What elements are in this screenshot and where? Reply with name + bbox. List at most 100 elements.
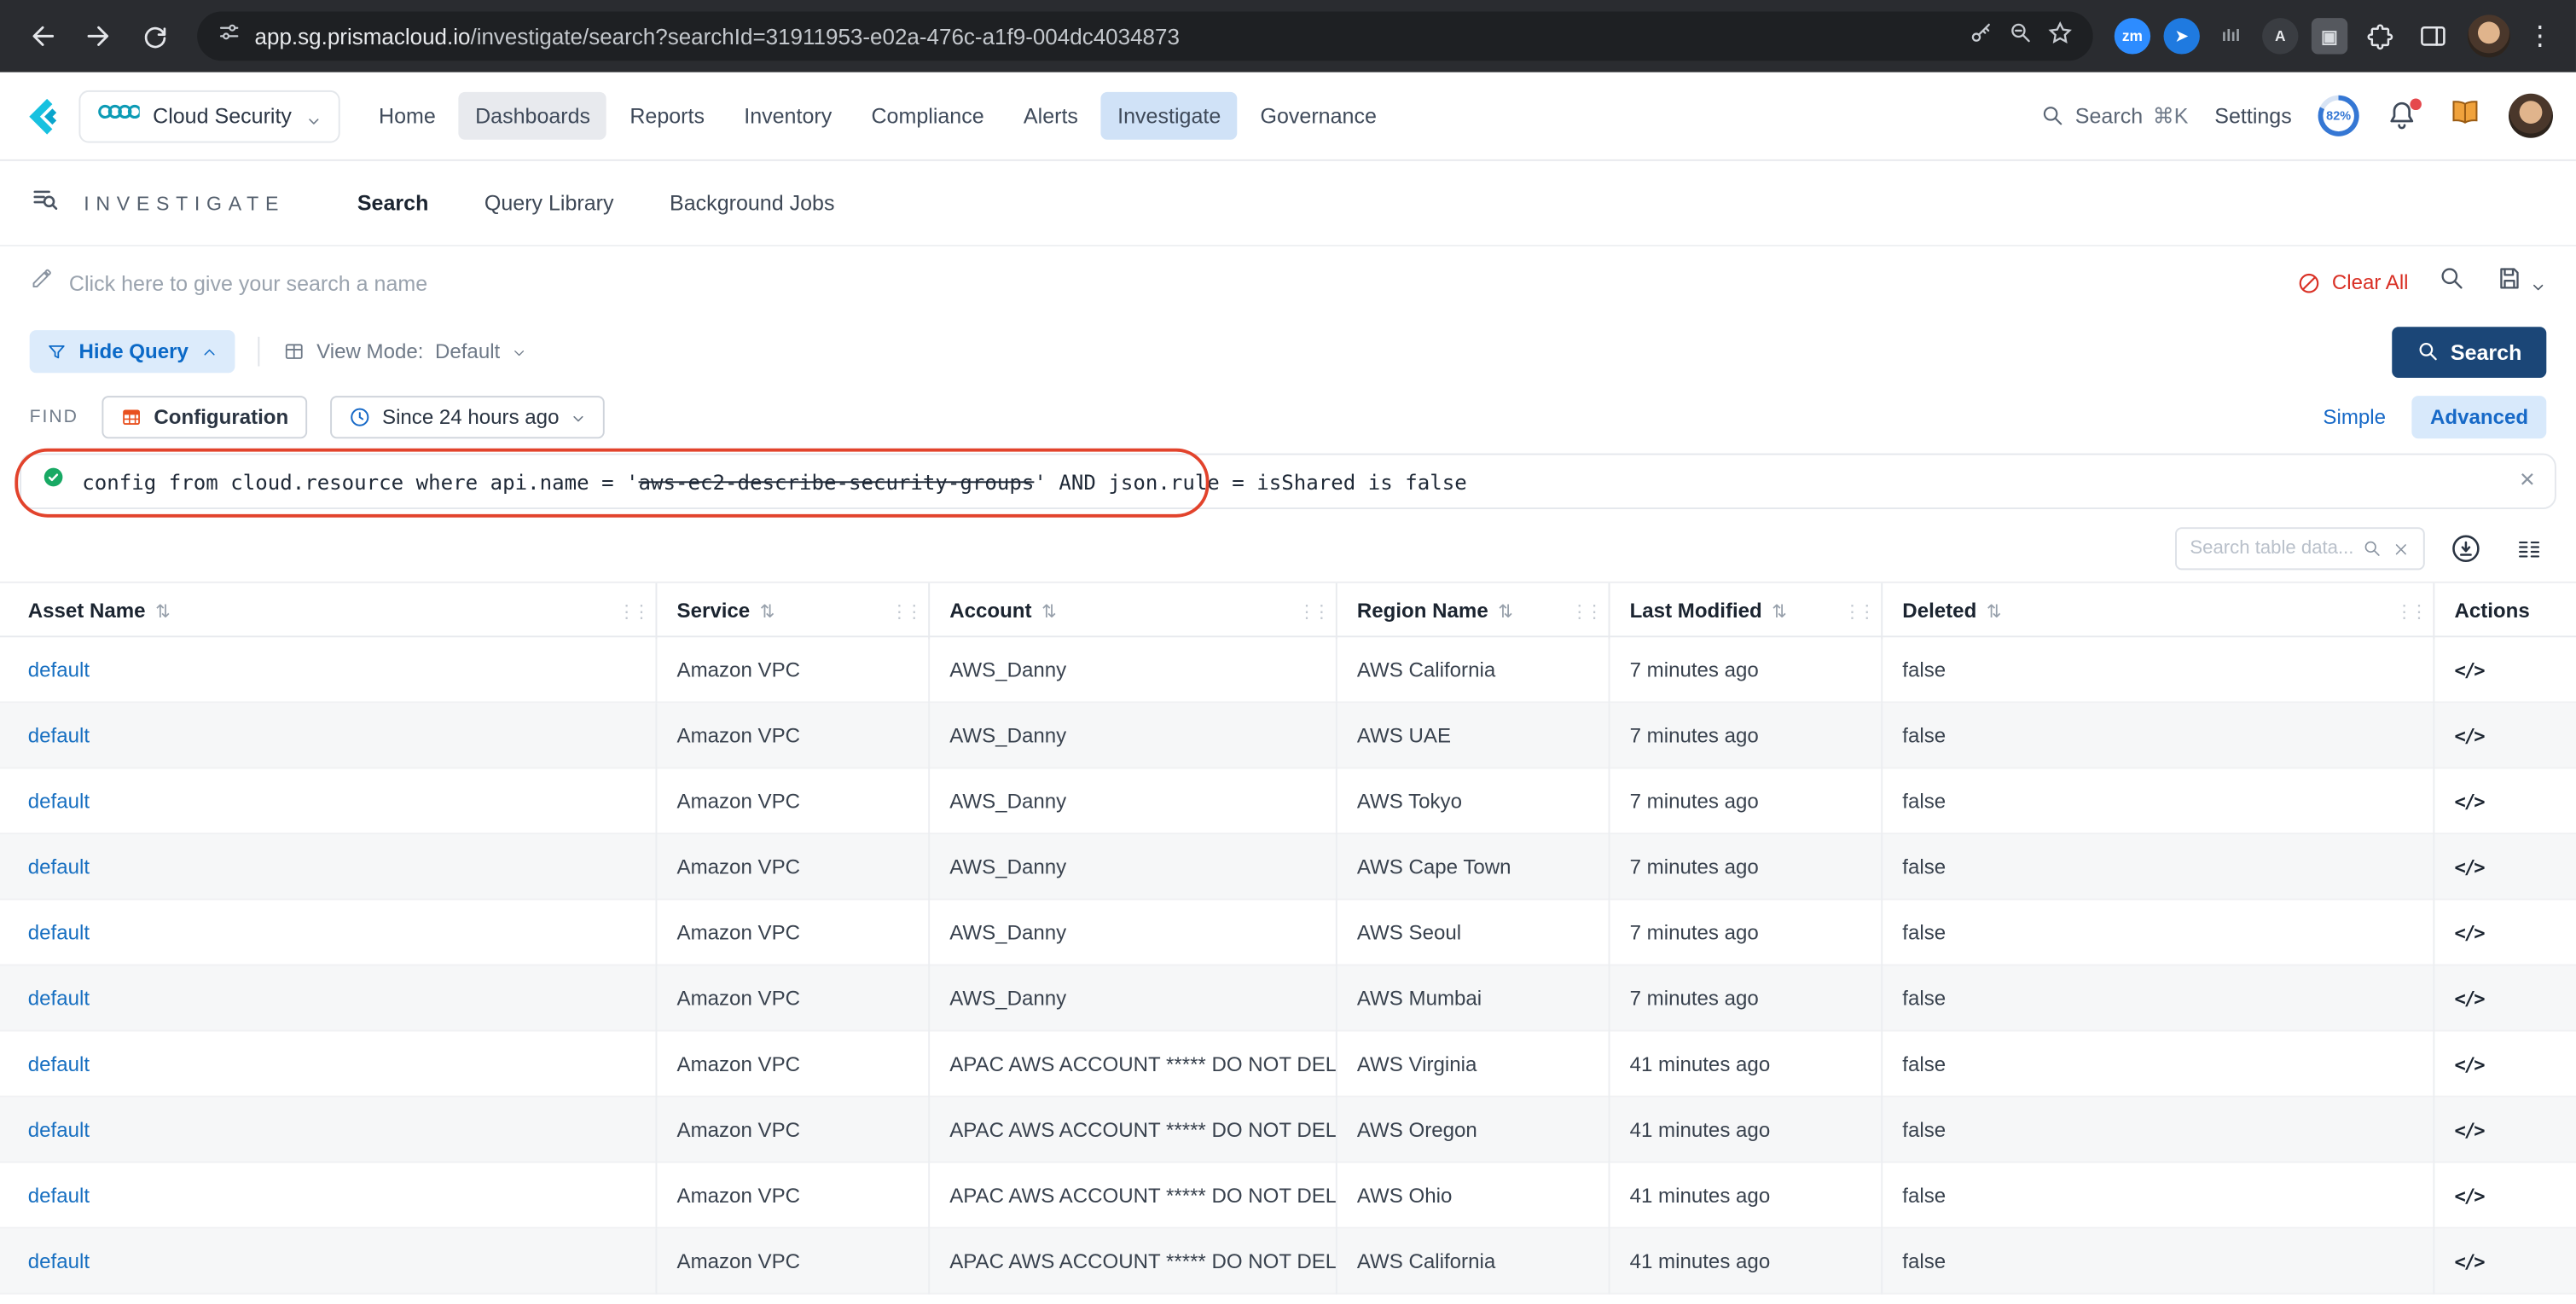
column-drag-handle[interactable]: ⋮⋮ [891,600,920,622]
extension-bars-icon[interactable]: ılıl [2213,18,2248,54]
mode-advanced-button[interactable]: Advanced [2412,396,2546,438]
configuration-tab-label: Configuration [154,406,288,429]
asset-link[interactable]: default [28,724,90,747]
download-button[interactable] [2445,527,2487,570]
app-header: Cloud Security Home Dashboards Reports I… [0,72,2576,161]
side-panel-icon[interactable] [2409,11,2458,61]
view-config-json-icon[interactable]: </> [2454,724,2483,747]
asset-link[interactable]: default [28,1185,90,1208]
table-row: default Amazon VPC AWS_Danny AWS Tokyo 7… [0,768,2576,834]
password-key-icon[interactable] [1968,19,1994,53]
notifications-bell-icon[interactable] [2386,98,2422,134]
asset-link[interactable]: default [28,1053,90,1076]
column-drag-handle[interactable]: ⋮⋮ [618,600,647,622]
clear-search-icon[interactable] [2392,540,2410,558]
close-icon[interactable]: × [2520,468,2535,495]
bookmark-star-icon[interactable] [2047,19,2074,53]
column-drag-handle[interactable]: ⋮⋮ [1298,600,1328,622]
cell-deleted: false [1883,965,2434,1031]
nav-inventory[interactable]: Inventory [728,92,849,140]
view-config-json-icon[interactable]: </> [2454,855,2483,878]
usage-progress-badge[interactable]: 82% [2318,96,2359,136]
asset-link[interactable]: default [28,921,90,944]
edit-pencil-icon[interactable] [30,266,55,299]
col-region-name[interactable]: Region Name⇅⋮⋮ [1337,583,1610,639]
divider [258,337,259,367]
view-config-json-icon[interactable]: </> [2454,1119,2483,1142]
clock-icon [348,406,371,429]
tab-search[interactable]: Search [357,190,429,215]
asset-link[interactable]: default [28,1119,90,1142]
asset-link[interactable]: default [28,658,90,681]
global-search[interactable]: Search ⌘K [2040,102,2188,129]
settings-link[interactable]: Settings [2214,103,2291,128]
prisma-cloud-logo[interactable] [23,95,66,137]
column-settings-button[interactable] [2507,527,2550,570]
col-deleted[interactable]: Deleted⇅⋮⋮ [1883,583,2434,639]
extensions-puzzle-icon[interactable] [2356,11,2405,61]
docs-book-icon[interactable] [2448,95,2482,137]
search-icon [2363,539,2382,559]
query-controls-row: Hide Query View Mode: Default Search [0,319,2576,385]
view-config-json-icon[interactable]: </> [2454,658,2483,681]
asset-link[interactable]: default [28,988,90,1011]
col-last-modified[interactable]: Last Modified⇅⋮⋮ [1610,583,1883,639]
time-range-filter[interactable]: Since 24 hours ago [329,396,605,438]
tab-query-library[interactable]: Query Library [484,190,614,215]
extension-zoom-icon[interactable]: zm [2115,18,2150,54]
search-name-input[interactable]: Click here to give your search a name [69,270,427,295]
run-search-button[interactable]: Search [2392,326,2547,377]
extension-blue-icon[interactable]: ➤ [2164,18,2200,54]
asset-link[interactable]: default [28,790,90,813]
address-bar[interactable]: app.sg.prismacloud.io/investigate/search… [197,11,2093,61]
col-service[interactable]: Service⇅⋮⋮ [657,583,930,639]
search-saved-queries-icon[interactable] [2438,264,2466,300]
column-drag-handle[interactable]: ⋮⋮ [1570,600,1600,622]
table-search-input[interactable] [2190,539,2353,559]
column-drag-handle[interactable]: ⋮⋮ [2395,600,2425,622]
save-search-button[interactable] [2496,264,2547,300]
nav-investigate[interactable]: Investigate [1101,92,1238,140]
view-config-json-icon[interactable]: </> [2454,1053,2483,1076]
configuration-tab[interactable]: Configuration [102,396,307,438]
view-config-json-icon[interactable]: </> [2454,1185,2483,1208]
nav-compliance[interactable]: Compliance [855,92,1001,140]
extension-a-icon[interactable]: A [2262,18,2298,54]
clear-all-button[interactable]: Clear All [2297,270,2408,295]
nav-reports[interactable]: Reports [613,92,721,140]
forward-icon[interactable] [73,10,125,63]
view-config-json-icon[interactable]: </> [2454,790,2483,813]
col-asset-name[interactable]: Asset Name⇅⋮⋮ [0,583,657,639]
search-name-row: Click here to give your search a name Cl… [0,246,2576,319]
view-mode-selector[interactable]: View Mode: Default [282,340,528,363]
chevron-down-icon [571,409,587,426]
cell-region: AWS Tokyo [1337,768,1610,834]
mode-simple-button[interactable]: Simple [2323,406,2386,429]
extension-square-icon[interactable]: ▣ [2312,18,2347,54]
asset-link[interactable]: default [28,855,90,878]
site-info-icon[interactable] [217,20,241,53]
table-search [2175,527,2425,570]
nav-governance[interactable]: Governance [1244,92,1393,140]
hide-query-button[interactable]: Hide Query [30,330,235,373]
view-config-json-icon[interactable]: </> [2454,1250,2483,1273]
view-config-json-icon[interactable]: </> [2454,988,2483,1011]
cell-account: AWS_Danny [930,834,1337,900]
tab-background-jobs[interactable]: Background Jobs [670,190,834,215]
back-icon[interactable] [16,10,69,63]
column-drag-handle[interactable]: ⋮⋮ [1843,600,1873,622]
user-avatar[interactable] [2509,94,2553,138]
editor-mode-toggle: Simple Advanced [2323,396,2546,438]
nav-alerts[interactable]: Alerts [1007,92,1095,140]
browser-menu-icon[interactable]: ⋮ [2520,20,2559,53]
rql-editor[interactable]: config from cloud.resource where api.nam… [20,454,2556,509]
module-selector[interactable]: Cloud Security [78,90,339,142]
col-account[interactable]: Account⇅⋮⋮ [930,583,1337,639]
asset-link[interactable]: default [28,1250,90,1273]
nav-home[interactable]: Home [363,92,452,140]
browser-profile-avatar[interactable] [2468,14,2510,57]
nav-dashboards[interactable]: Dashboards [459,92,607,140]
reload-icon[interactable] [128,10,181,63]
view-config-json-icon[interactable]: </> [2454,921,2483,944]
zoom-page-icon[interactable] [2008,19,2034,53]
